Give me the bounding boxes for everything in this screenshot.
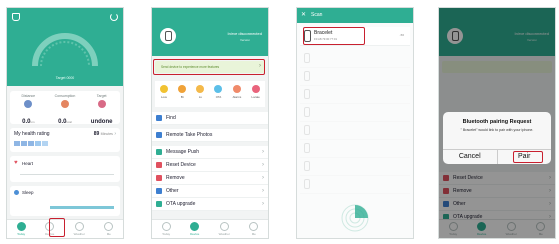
device-result-highlight bbox=[303, 27, 365, 45]
screen-today: Target 0000 Distance 0.0km Consumption 0… bbox=[6, 7, 124, 239]
target-icon bbox=[97, 100, 106, 108]
stat-distance: Distance 0.0km bbox=[21, 94, 36, 125]
stat-consumption: Consumption 0.0kcal bbox=[54, 94, 76, 125]
quick-alarms[interactable]: Alarms bbox=[233, 85, 241, 99]
sleep-card[interactable]: Sleep bbox=[10, 186, 120, 216]
close-icon[interactable]: ✕ bbox=[301, 11, 306, 18]
tab-today[interactable]: Today bbox=[161, 222, 171, 236]
tab-weather[interactable]: Weather bbox=[219, 222, 230, 236]
tab-device[interactable]: Device bbox=[190, 222, 199, 236]
row-remote-photos[interactable]: Remote Take Photos bbox=[152, 129, 268, 142]
quick-bt[interactable]: Bt bbox=[178, 85, 187, 99]
target-label: Target 0000 bbox=[55, 76, 75, 80]
moon-icon bbox=[14, 190, 19, 195]
device-name: Inirve disconnected bbox=[227, 31, 262, 36]
row-remove[interactable]: Remove › bbox=[152, 172, 268, 185]
tab-today[interactable]: Today bbox=[16, 222, 26, 236]
heart-card[interactable]: ♥ Heart bbox=[10, 156, 120, 182]
quick-locate[interactable]: Locate bbox=[251, 85, 260, 99]
banner-highlight bbox=[153, 59, 265, 75]
row-reset-device[interactable]: Reset Device › bbox=[152, 159, 268, 172]
cancel-button[interactable]: Cancel bbox=[443, 150, 498, 164]
tab-me[interactable]: Me bbox=[104, 222, 114, 236]
dialog-title: Bluetooth pairing Request bbox=[462, 119, 532, 125]
pair-button-highlight bbox=[513, 151, 543, 163]
stat-target: Target undone bbox=[90, 94, 113, 125]
distance-icon bbox=[24, 100, 33, 108]
row-ota-upgrade[interactable]: OTA upgrade › bbox=[152, 198, 268, 211]
radar-scan-icon bbox=[341, 204, 369, 232]
screen-scan: ✕ Scan Bracelet F0:A8:79:00:77:01 -56 bbox=[296, 7, 414, 239]
stats-card: Distance 0.0km Consumption 0.0kcal Targe… bbox=[10, 91, 120, 125]
tab-me[interactable]: Me bbox=[249, 222, 259, 236]
health-score: 89 Minutes › bbox=[93, 131, 116, 137]
quick-actions: Love Bt Ls OTA Alarms Locate bbox=[155, 81, 265, 107]
watch-icon bbox=[160, 28, 176, 44]
heart-line bbox=[20, 174, 114, 175]
dialog-body: " Bracelet" would link to pair with your… bbox=[460, 128, 534, 132]
screen-pairing: Inirve disconnected Version Reset Device… bbox=[438, 7, 556, 239]
tab-weather[interactable]: Weather bbox=[74, 222, 85, 236]
row-other[interactable]: Other › bbox=[152, 185, 268, 198]
row-message-push[interactable]: Message Push › bbox=[152, 146, 268, 159]
sleep-bar bbox=[50, 206, 114, 209]
row-find[interactable]: Find bbox=[152, 112, 268, 125]
quick-ota[interactable]: OTA bbox=[214, 85, 223, 99]
placeholder-device-list bbox=[300, 50, 410, 194]
scan-title: Scan bbox=[311, 12, 323, 18]
screen-device: Inirve disconnected Version Send device … bbox=[151, 7, 269, 239]
flame-icon bbox=[60, 100, 69, 108]
quick-ls[interactable]: Ls bbox=[196, 85, 205, 99]
health-card[interactable]: My health rating 89 Minutes › bbox=[10, 128, 120, 152]
quick-love[interactable]: Love bbox=[160, 85, 169, 99]
tab-bar: Today Device Weather Me bbox=[7, 219, 123, 238]
tab-bar: Today Device Weather Me bbox=[152, 219, 268, 238]
health-bars bbox=[14, 141, 48, 146]
heart-icon: ♥ bbox=[14, 160, 18, 166]
device-sub: Version bbox=[239, 38, 250, 42]
device-tab-highlight bbox=[49, 218, 65, 237]
